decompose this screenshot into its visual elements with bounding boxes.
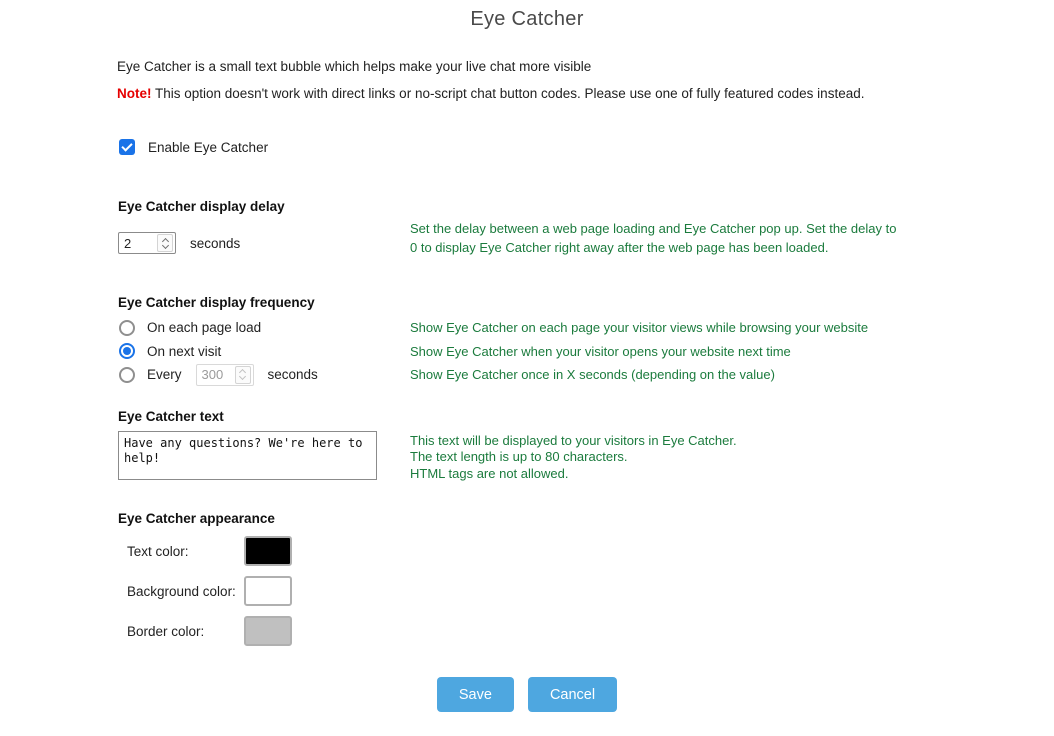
border-color-swatch[interactable] xyxy=(244,616,292,646)
radio-each-page-load[interactable] xyxy=(119,320,135,336)
display-frequency-help: Show Eye Catcher on each page your visit… xyxy=(410,316,868,387)
background-color-row: Background color: xyxy=(127,575,292,607)
display-frequency-options: On each page load On next visit Every 30… xyxy=(119,316,318,387)
background-color-label: Background color: xyxy=(127,584,244,599)
frequency-option-label: On next visit xyxy=(147,344,221,359)
frequency-option-each-page-load[interactable]: On each page load xyxy=(119,316,318,340)
eye-catcher-text-help: This text will be displayed to your visi… xyxy=(410,433,737,482)
radio-next-visit[interactable] xyxy=(119,343,135,359)
note-label: Note! xyxy=(117,86,152,101)
display-delay-row: 2 seconds xyxy=(118,232,240,254)
note-paragraph: Note! This option doesn't work with dire… xyxy=(117,86,864,101)
frequency-help-line: Show Eye Catcher on each page your visit… xyxy=(410,316,868,340)
frequency-help-line: Show Eye Catcher once in X seconds (depe… xyxy=(410,363,868,387)
enable-eye-catcher-row[interactable]: Enable Eye Catcher xyxy=(119,139,268,155)
display-frequency-heading: Eye Catcher display frequency xyxy=(118,295,315,310)
enable-checkbox[interactable] xyxy=(119,139,135,155)
display-delay-heading: Eye Catcher display delay xyxy=(118,199,285,214)
frequency-seconds-value: 300 xyxy=(202,367,235,382)
appearance-rows: Text color: Background color: Border col… xyxy=(127,535,292,655)
frequency-unit-label: seconds xyxy=(268,367,318,382)
text-help-line: The text length is up to 80 characters. xyxy=(410,449,737,465)
delay-spinner[interactable] xyxy=(157,234,173,252)
display-delay-help: Set the delay between a web page loading… xyxy=(410,219,902,257)
eye-catcher-settings-page: Eye Catcher Eye Catcher is a small text … xyxy=(0,0,1054,736)
eye-catcher-text-input[interactable]: Have any questions? We're here to help! xyxy=(118,431,377,480)
frequency-spinner[interactable] xyxy=(235,366,251,384)
enable-checkbox-label: Enable Eye Catcher xyxy=(148,140,268,155)
appearance-heading: Eye Catcher appearance xyxy=(118,511,275,526)
eye-catcher-text-heading: Eye Catcher text xyxy=(118,409,224,424)
border-color-label: Border color: xyxy=(127,624,244,639)
delay-help-line1: Set the delay between a web page loading… xyxy=(410,221,802,236)
text-help-line: This text will be displayed to your visi… xyxy=(410,433,737,449)
border-color-row: Border color: xyxy=(127,615,292,647)
frequency-option-label: On each page load xyxy=(147,320,261,335)
delay-seconds-value: 2 xyxy=(124,236,157,251)
cancel-button[interactable]: Cancel xyxy=(528,677,617,712)
page-title: Eye Catcher xyxy=(0,8,1054,31)
text-color-swatch[interactable] xyxy=(244,536,292,566)
frequency-option-every-x-seconds[interactable]: Every 300 seconds xyxy=(119,363,318,387)
frequency-option-label-prefix: Every xyxy=(147,367,182,382)
delay-unit-label: seconds xyxy=(190,236,240,251)
action-buttons: Save Cancel xyxy=(0,677,1054,712)
delay-seconds-input[interactable]: 2 xyxy=(118,232,176,254)
background-color-swatch[interactable] xyxy=(244,576,292,606)
frequency-option-next-visit[interactable]: On next visit xyxy=(119,340,318,364)
frequency-seconds-input[interactable]: 300 xyxy=(196,364,254,386)
save-button[interactable]: Save xyxy=(437,677,514,712)
intro-description: Eye Catcher is a small text bubble which… xyxy=(117,59,591,74)
text-color-label: Text color: xyxy=(127,544,244,559)
note-text: This option doesn't work with direct lin… xyxy=(152,86,865,101)
radio-every-x-seconds[interactable] xyxy=(119,367,135,383)
text-help-line: HTML tags are not allowed. xyxy=(410,466,737,482)
spinner-down-icon[interactable] xyxy=(239,373,246,380)
text-color-row: Text color: xyxy=(127,535,292,567)
frequency-help-line: Show Eye Catcher when your visitor opens… xyxy=(410,340,868,364)
